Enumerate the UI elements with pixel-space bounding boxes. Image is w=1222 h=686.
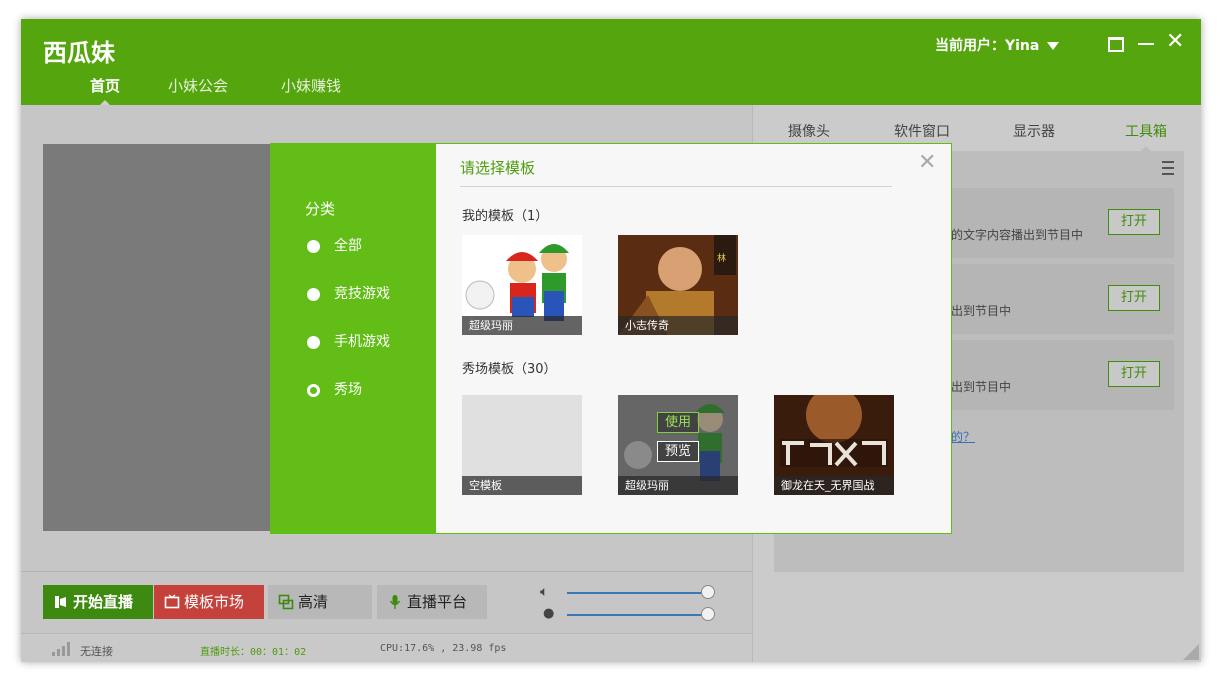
bottom-toolbar: 开始直播 模板市场 高清 直播平台 🔈︎ ● [21,571,752,633]
maximize-icon[interactable] [1108,37,1124,52]
template-caption: 超级玛丽 [618,476,738,495]
category-label: 全部 [334,238,362,254]
category-label: 竞技游戏 [334,286,390,302]
template-thumb[interactable]: 超级玛丽 [462,235,582,335]
speaker-volume-track[interactable] [567,592,702,594]
mic-volume-track[interactable] [567,614,702,616]
start-live-button[interactable]: 开始直播 [43,585,153,619]
close-icon[interactable]: ✕ [918,150,936,175]
performance-readout: CPU:17.6% , 23.98 fps [380,643,507,654]
list-menu-icon[interactable] [1162,161,1174,175]
app-window: 西瓜妹 当前用户：Yina ✕ 首页 小妹公会 小妹赚钱 摄像头 软件窗口 显示… [21,19,1201,662]
live-platform-label: 直播平台 [407,593,468,611]
use-template-button[interactable]: 使用 [657,412,699,433]
hd-button[interactable]: 高清 [268,585,372,619]
monitor-icon [164,594,180,609]
title-bar: 西瓜妹 当前用户：Yina ✕ 首页 小妹公会 小妹赚钱 [21,19,1201,106]
category-sidebar: 分类 全部 竞技游戏 手机游戏 秀场 [270,143,436,534]
tool-open-button[interactable]: 打开 [1108,209,1160,235]
svg-text:林: 林 [717,252,726,264]
live-duration: 直播时长：00：01：02 [200,647,307,658]
layers-icon [278,594,294,610]
template-market-button[interactable]: 模板市场 [154,585,264,619]
template-panel: 请选择模板 ✕ 我的模板（1） 超级玛丽 林 小志传奇 秀场模板（30） 空模板… [436,143,952,534]
hd-label: 高清 [298,593,329,611]
live-platform-button[interactable]: 直播平台 [377,585,487,619]
status-bar: 无连接 直播时长：00：01：02 CPU:17.6% , 23.98 fps [21,633,752,662]
signal-icon [52,642,70,656]
divider [460,186,892,187]
template-caption: 御龙在天_无界国战 [774,476,894,495]
category-label: 秀场 [334,382,362,398]
template-thumb-hovered[interactable]: 使用 预览 超级玛丽 [618,395,738,495]
tab-toolbox[interactable]: 工具箱 [1125,121,1167,153]
radio-icon [307,240,320,253]
start-live-label: 开始直播 [73,593,134,611]
template-caption: 超级玛丽 [462,316,582,335]
template-caption: 小志传奇 [618,316,738,335]
template-thumb[interactable]: 林 小志传奇 [618,235,738,335]
preview-canvas [43,144,271,531]
radio-icon [307,336,320,349]
resize-grip[interactable] [1183,644,1199,660]
minimize-icon[interactable] [1138,43,1154,45]
radio-icon [307,288,320,301]
app-logo: 西瓜妹 [43,39,115,67]
tool-open-button[interactable]: 打开 [1108,285,1160,311]
tool-desc: 出到节目中 [951,304,1012,318]
user-label: 当前用户：Yina [935,38,1040,54]
user-menu[interactable]: 当前用户：Yina [935,35,1060,55]
category-label: 手机游戏 [334,334,390,350]
chevron-down-icon [1047,42,1060,50]
speaker-icon: 🔈︎ [540,584,549,600]
radio-selected-icon [307,384,320,397]
broadcast-icon [55,596,66,608]
dialog-title: 请选择模板 [460,159,536,177]
nav-tab-earn[interactable]: 小妹赚钱 [281,75,341,96]
tab-display[interactable]: 显示器 [1013,121,1055,141]
template-thumb[interactable]: 空模板 [462,395,582,495]
template-caption: 空模板 [462,476,582,495]
close-icon[interactable]: ✕ [1166,31,1184,53]
tool-open-button[interactable]: 打开 [1108,361,1160,387]
connection-status: 无连接 [80,645,113,658]
show-templates-heading: 秀场模板（30） [462,362,557,377]
preview-template-button[interactable]: 预览 [657,441,699,462]
mic-volume-knob[interactable] [701,607,715,621]
mic-icon: ● [543,606,555,621]
help-link[interactable]: 的？ [951,428,975,445]
tab-software-window[interactable]: 软件窗口 [894,121,950,141]
template-market-label: 模板市场 [184,593,245,611]
template-dialog: 分类 全部 竞技游戏 手机游戏 秀场 请选择模板 ✕ 我的模板（1） 超级玛丽 … [270,143,952,534]
tool-desc: 出到节目中 [951,380,1012,394]
nav-tab-home[interactable]: 首页 [90,75,120,106]
tab-camera[interactable]: 摄像头 [788,121,830,141]
template-thumb[interactable]: 御龙在天_无界国战 [774,395,894,495]
speaker-volume-knob[interactable] [701,585,715,599]
category-title: 分类 [305,200,336,218]
my-templates-heading: 我的模板（1） [462,209,549,224]
tool-desc: 的文字内容播出到节目中 [951,228,1084,242]
microphone-icon [389,595,401,609]
nav-tab-guild[interactable]: 小妹公会 [168,75,228,96]
